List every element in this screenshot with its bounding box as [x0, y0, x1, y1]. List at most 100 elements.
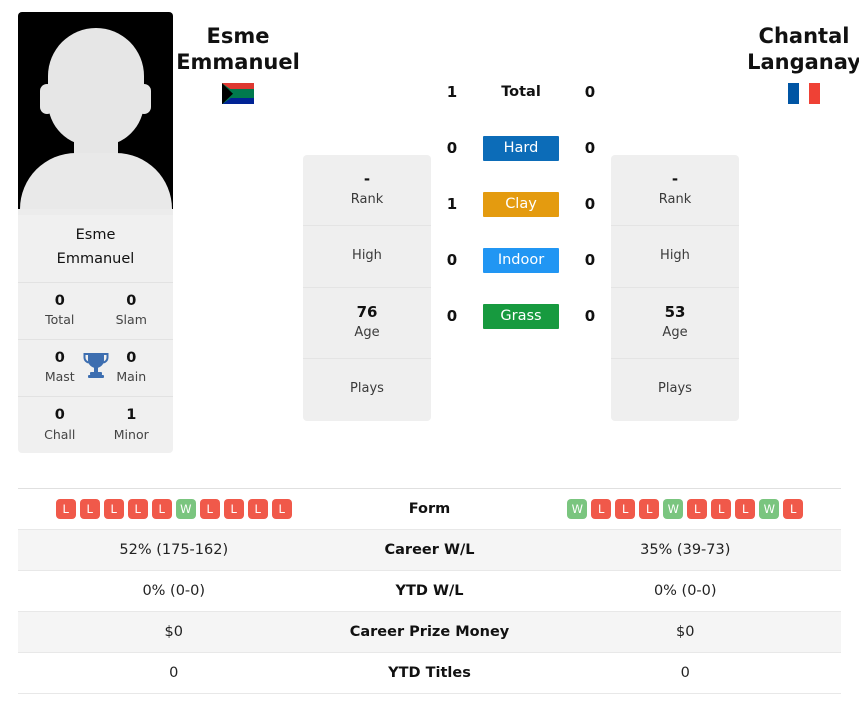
player-card-left: Esme Emmanuel 0 Total 0 Slam 0 Mast 0 Ma… — [18, 12, 173, 454]
info-rank-left: - Rank — [303, 155, 431, 226]
comparison-stats-table: L L L L L W L L L L Form W L L L W L L L W L 52% (175-162) Car… — [18, 488, 841, 694]
player-name-left-line1: Esme — [206, 24, 270, 48]
titles-mast-left-value: 0 — [54, 349, 65, 366]
surface-hard-badge[interactable]: Hard — [483, 135, 559, 161]
player-card-name-left-line2: Emmanuel — [56, 250, 135, 267]
surface-total-right-count: 0 — [584, 83, 596, 101]
info-panel-right: - Rank High 53 Age Plays — [611, 155, 739, 421]
stats-career_prize_money-right: $0 — [676, 624, 695, 640]
info-high-right: High — [611, 226, 739, 289]
stats-ytd_titles-label: YTD Titles — [388, 665, 471, 681]
avatar-ear-right — [137, 84, 151, 114]
player-card-name-left: Esme Emmanuel — [18, 215, 173, 282]
form-badge-loss: L — [639, 499, 660, 519]
titles-main-left: 0 Main — [95, 338, 173, 396]
titles-chall-left-label: Chall — [44, 426, 76, 442]
stats-form-right: WLLLWLLLWL — [530, 499, 842, 519]
info-high-left-label: High — [352, 247, 382, 263]
form-badge-loss: L — [223, 499, 244, 519]
flag-wrap-left — [173, 75, 303, 105]
player-name-right[interactable]: Chantal Langanay — [739, 24, 859, 75]
surface-clay-left-count: 1 — [446, 195, 458, 213]
form-badge-loss: L — [79, 499, 100, 519]
info-age-left-value: 76 — [356, 303, 378, 322]
surface-clay-badge[interactable]: Clay — [483, 191, 559, 217]
titles-chall-left-value: 0 — [54, 406, 65, 423]
titles-mast-left-label: Mast — [44, 369, 75, 385]
player-name-right-line2: Langanay — [747, 49, 859, 74]
surface-breakdown: 1 Total 0 0 Hard 0 1 Clay 0 0 Indoor 0 0… — [431, 12, 611, 344]
form-badge-win: W — [567, 499, 588, 519]
surface-row-clay: 1 Clay 0 — [431, 176, 611, 232]
form-badge-loss: L — [591, 499, 612, 519]
stats-ytd_titles-right: 0 — [680, 665, 690, 681]
titles-main-left-value: 0 — [126, 349, 137, 366]
stats-career_wl-right: 35% (39-73) — [640, 542, 731, 558]
player-name-left-line2: Emmanuel — [176, 49, 300, 74]
titles-grid-left: 0 Total 0 Slam 0 Mast 0 Main 0 Chall 1 M… — [18, 281, 173, 453]
info-age-left-label: Age — [354, 325, 380, 341]
info-age-right: 53 Age — [611, 288, 739, 360]
form-badge-loss: L — [735, 499, 756, 519]
surface-row-grass: 0 Grass 0 — [431, 288, 611, 344]
stats-ytd_titles-left: 0 — [169, 665, 179, 681]
surface-row-total: 1 Total 0 — [431, 64, 611, 120]
surface-total-badge: Total — [501, 83, 541, 100]
info-rank-left-value: - — [363, 170, 371, 188]
form-badge-loss: L — [783, 499, 804, 519]
head-to-head-top: Esme Emmanuel 0 Total 0 Slam 0 Mast 0 Ma… — [0, 0, 859, 488]
titles-slam-left-label: Slam — [115, 312, 147, 328]
stats-ytd_wl-label: YTD W/L — [395, 583, 464, 599]
stats-form-label: Form — [408, 501, 451, 517]
stats-career_wl-left: 52% (175-162) — [119, 542, 229, 558]
player-name-left[interactable]: Esme Emmanuel — [173, 24, 303, 75]
surface-grass-right-count: 0 — [584, 307, 596, 325]
form-badge-loss: L — [711, 499, 732, 519]
form-line-right: WLLLWLLLWL — [530, 499, 842, 519]
stats-row-career_prize_money: $0 Career Prize Money $0 — [18, 612, 841, 653]
form-badge-loss: L — [127, 499, 148, 519]
surface-total-left-count: 1 — [446, 83, 458, 101]
surface-indoor-left-count: 0 — [446, 251, 458, 269]
form-badge-loss: L — [247, 499, 268, 519]
info-plays-right: Plays — [611, 359, 739, 421]
info-rank-right-label: Rank — [658, 191, 692, 207]
info-panel-left: - Rank High 76 Age Plays — [303, 155, 431, 421]
info-rank-left-label: Rank — [350, 191, 384, 207]
stats-career_prize_money-left: $0 — [164, 624, 183, 640]
surface-grass-badge[interactable]: Grass — [483, 303, 559, 329]
surface-row-indoor: 0 Indoor 0 — [431, 232, 611, 288]
stats-form-left: LLLLLWLLLL — [18, 499, 330, 519]
form-badge-win: W — [175, 499, 196, 519]
surface-indoor-right-count: 0 — [584, 251, 596, 269]
info-plays-left: Plays — [303, 359, 431, 421]
form-badge-loss: L — [151, 499, 172, 519]
titles-chall-left: 0 Chall — [18, 395, 96, 453]
player-name-right-line1: Chantal — [758, 24, 850, 48]
stats-career_wl-label: Career W/L — [384, 542, 475, 558]
player-header-right: Chantal Langanay — [739, 12, 859, 105]
form-badge-loss: L — [103, 499, 124, 519]
surface-indoor-badge[interactable]: Indoor — [483, 247, 559, 273]
player-header-left: Esme Emmanuel — [173, 12, 303, 105]
titles-total-left: 0 Total — [18, 281, 96, 339]
stats-row-ytd_titles: 0 YTD Titles 0 — [18, 653, 841, 694]
titles-minor-left-value: 1 — [126, 406, 137, 423]
surface-grass-left-count: 0 — [446, 307, 458, 325]
form-badge-loss: L — [55, 499, 76, 519]
form-badge-loss: L — [271, 499, 292, 519]
info-high-right-label: High — [660, 247, 690, 263]
titles-minor-left: 1 Minor — [95, 395, 173, 453]
form-badge-loss: L — [199, 499, 220, 519]
form-badge-loss: L — [615, 499, 636, 519]
titles-total-left-label: Total — [45, 312, 75, 328]
stats-row-career_wl: 52% (175-162) Career W/L 35% (39-73) — [18, 530, 841, 571]
info-rank-right-value: - — [671, 170, 679, 188]
player-photo-left — [18, 12, 173, 215]
surface-hard-right-count: 0 — [584, 139, 596, 157]
titles-slam-left: 0 Slam — [95, 281, 173, 339]
stats-row-form: L L L L L W L L L L Form W L L L W L L L W L — [18, 489, 841, 530]
form-badge-win: W — [663, 499, 684, 519]
france-flag-icon — [788, 83, 820, 105]
form-badge-loss: L — [687, 499, 708, 519]
